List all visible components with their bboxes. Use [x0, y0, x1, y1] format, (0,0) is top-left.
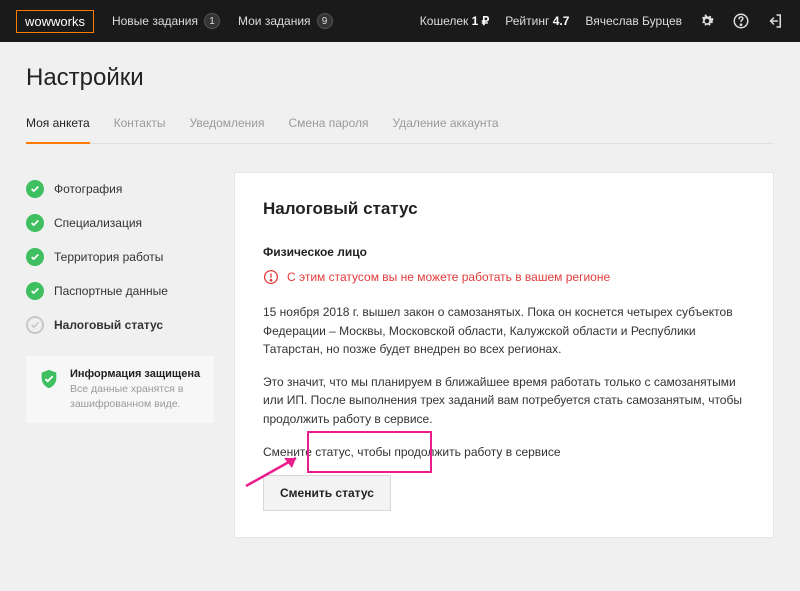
check-icon: [26, 248, 44, 266]
tab-profile[interactable]: Моя анкета: [26, 116, 90, 144]
nav-new-tasks-count: 1: [204, 13, 220, 29]
info-box: Информация защищена Все данные хранятся …: [26, 356, 214, 423]
sidebar: Фотография Специализация Территория рабо…: [26, 172, 214, 538]
nav-my-tasks[interactable]: Мои задания 9: [238, 13, 333, 29]
warning: С этим статусом вы не можете работать в …: [263, 269, 745, 285]
change-status-button[interactable]: Сменить статус: [263, 475, 391, 511]
username[interactable]: Вячеслав Бурцев: [585, 14, 682, 28]
nav-my-tasks-count: 9: [317, 13, 333, 29]
step-passport[interactable]: Паспортные данные: [26, 274, 214, 308]
logo[interactable]: wowworks: [16, 10, 94, 33]
page-title: Настройки: [26, 64, 774, 92]
rating[interactable]: Рейтинг 4.7: [505, 14, 569, 28]
check-icon: [26, 214, 44, 232]
panel-p1: 15 ноября 2018 г. вышел закон о самозаня…: [263, 303, 745, 359]
panel-heading: Налоговый статус: [263, 199, 745, 219]
info-title: Информация защищена: [70, 368, 202, 380]
wallet[interactable]: Кошелек 1 ₽: [420, 14, 490, 28]
top-right: Кошелек 1 ₽ Рейтинг 4.7 Вячеслав Бурцев: [420, 12, 784, 30]
top-bar: wowworks Новые задания 1 Мои задания 9 К…: [0, 0, 800, 42]
tab-delete[interactable]: Удаление аккаунта: [393, 116, 499, 143]
gear-icon[interactable]: [698, 12, 716, 30]
tab-password[interactable]: Смена пароля: [289, 116, 369, 143]
main-panel: Налоговый статус Физическое лицо С этим …: [234, 172, 774, 538]
warning-icon: [263, 269, 279, 285]
nav-new-tasks-label: Новые задания: [112, 14, 198, 28]
step-territory[interactable]: Территория работы: [26, 240, 214, 274]
help-icon[interactable]: [732, 12, 750, 30]
warning-text: С этим статусом вы не можете работать в …: [287, 270, 610, 284]
panel-p2: Это значит, что мы планируем в ближайшее…: [263, 373, 745, 429]
nav-my-tasks-label: Мои задания: [238, 14, 311, 28]
step-photo[interactable]: Фотография: [26, 172, 214, 206]
info-desc: Все данные хранятся в зашифрованном виде…: [70, 382, 202, 411]
nav-new-tasks[interactable]: Новые задания 1: [112, 13, 220, 29]
tabs: Моя анкета Контакты Уведомления Смена па…: [26, 116, 774, 144]
tab-notifications[interactable]: Уведомления: [189, 116, 264, 143]
step-tax-status[interactable]: Налоговый статус: [26, 308, 214, 342]
tab-contacts[interactable]: Контакты: [114, 116, 166, 143]
logout-icon[interactable]: [766, 12, 784, 30]
panel-p3: Смените статус, чтобы продолжить работу …: [263, 443, 745, 462]
step-specialization[interactable]: Специализация: [26, 206, 214, 240]
check-icon: [26, 282, 44, 300]
shield-icon: [38, 368, 60, 411]
check-icon: [26, 180, 44, 198]
panel-subheading: Физическое лицо: [263, 245, 745, 259]
check-icon: [26, 316, 44, 334]
